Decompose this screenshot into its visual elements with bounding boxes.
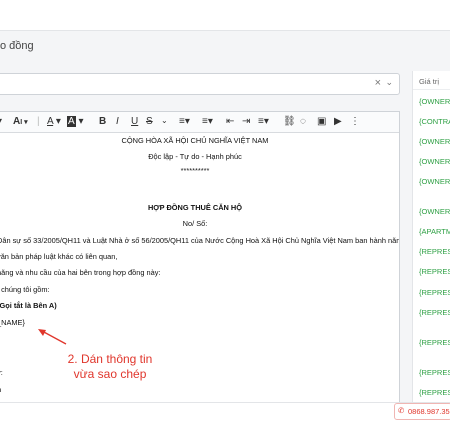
value-row[interactable]: {OWNER_	[419, 97, 450, 106]
annotation-line-2: vừa sao chép	[73, 367, 147, 381]
value-row[interactable]: {CONTRA	[419, 117, 450, 126]
value-row[interactable]: {OWNER_	[419, 207, 450, 216]
value-row[interactable]: {OWNER_	[419, 157, 450, 166]
divider	[413, 89, 450, 90]
value-row[interactable]: {OWNER_	[419, 137, 450, 146]
value-row[interactable]: {REPRESE	[419, 247, 450, 256]
value-row[interactable]: {APARTME	[419, 227, 450, 236]
value-row[interactable]: {REPRESE	[419, 388, 450, 397]
value-row[interactable]: {REPRESE	[419, 338, 450, 347]
value-row[interactable]: {REPRESE	[419, 308, 450, 317]
value-row[interactable]: {OWNER_	[419, 177, 450, 186]
value-row[interactable]: {REPRESE	[419, 368, 450, 377]
value-panel-header: Giá trị	[419, 77, 440, 86]
value-panel: Giá trị {OWNER_ {CONTRA {OWNER_ {OWNER_ …	[412, 71, 450, 411]
hotline-number: 0868.987.355	[408, 407, 450, 416]
hotline-button[interactable]: ✆ 0868.987.355	[394, 403, 450, 420]
phone-icon: ✆	[398, 406, 405, 415]
value-row[interactable]: {REPRESE	[419, 288, 450, 297]
annotation-line-1: 2. Dán thông tin	[67, 352, 153, 366]
bottom-bar	[0, 402, 450, 421]
value-row[interactable]: {REPRESE	[419, 267, 450, 276]
annotation-text: 2. Dán thông tin vừa sao chép	[50, 352, 170, 382]
